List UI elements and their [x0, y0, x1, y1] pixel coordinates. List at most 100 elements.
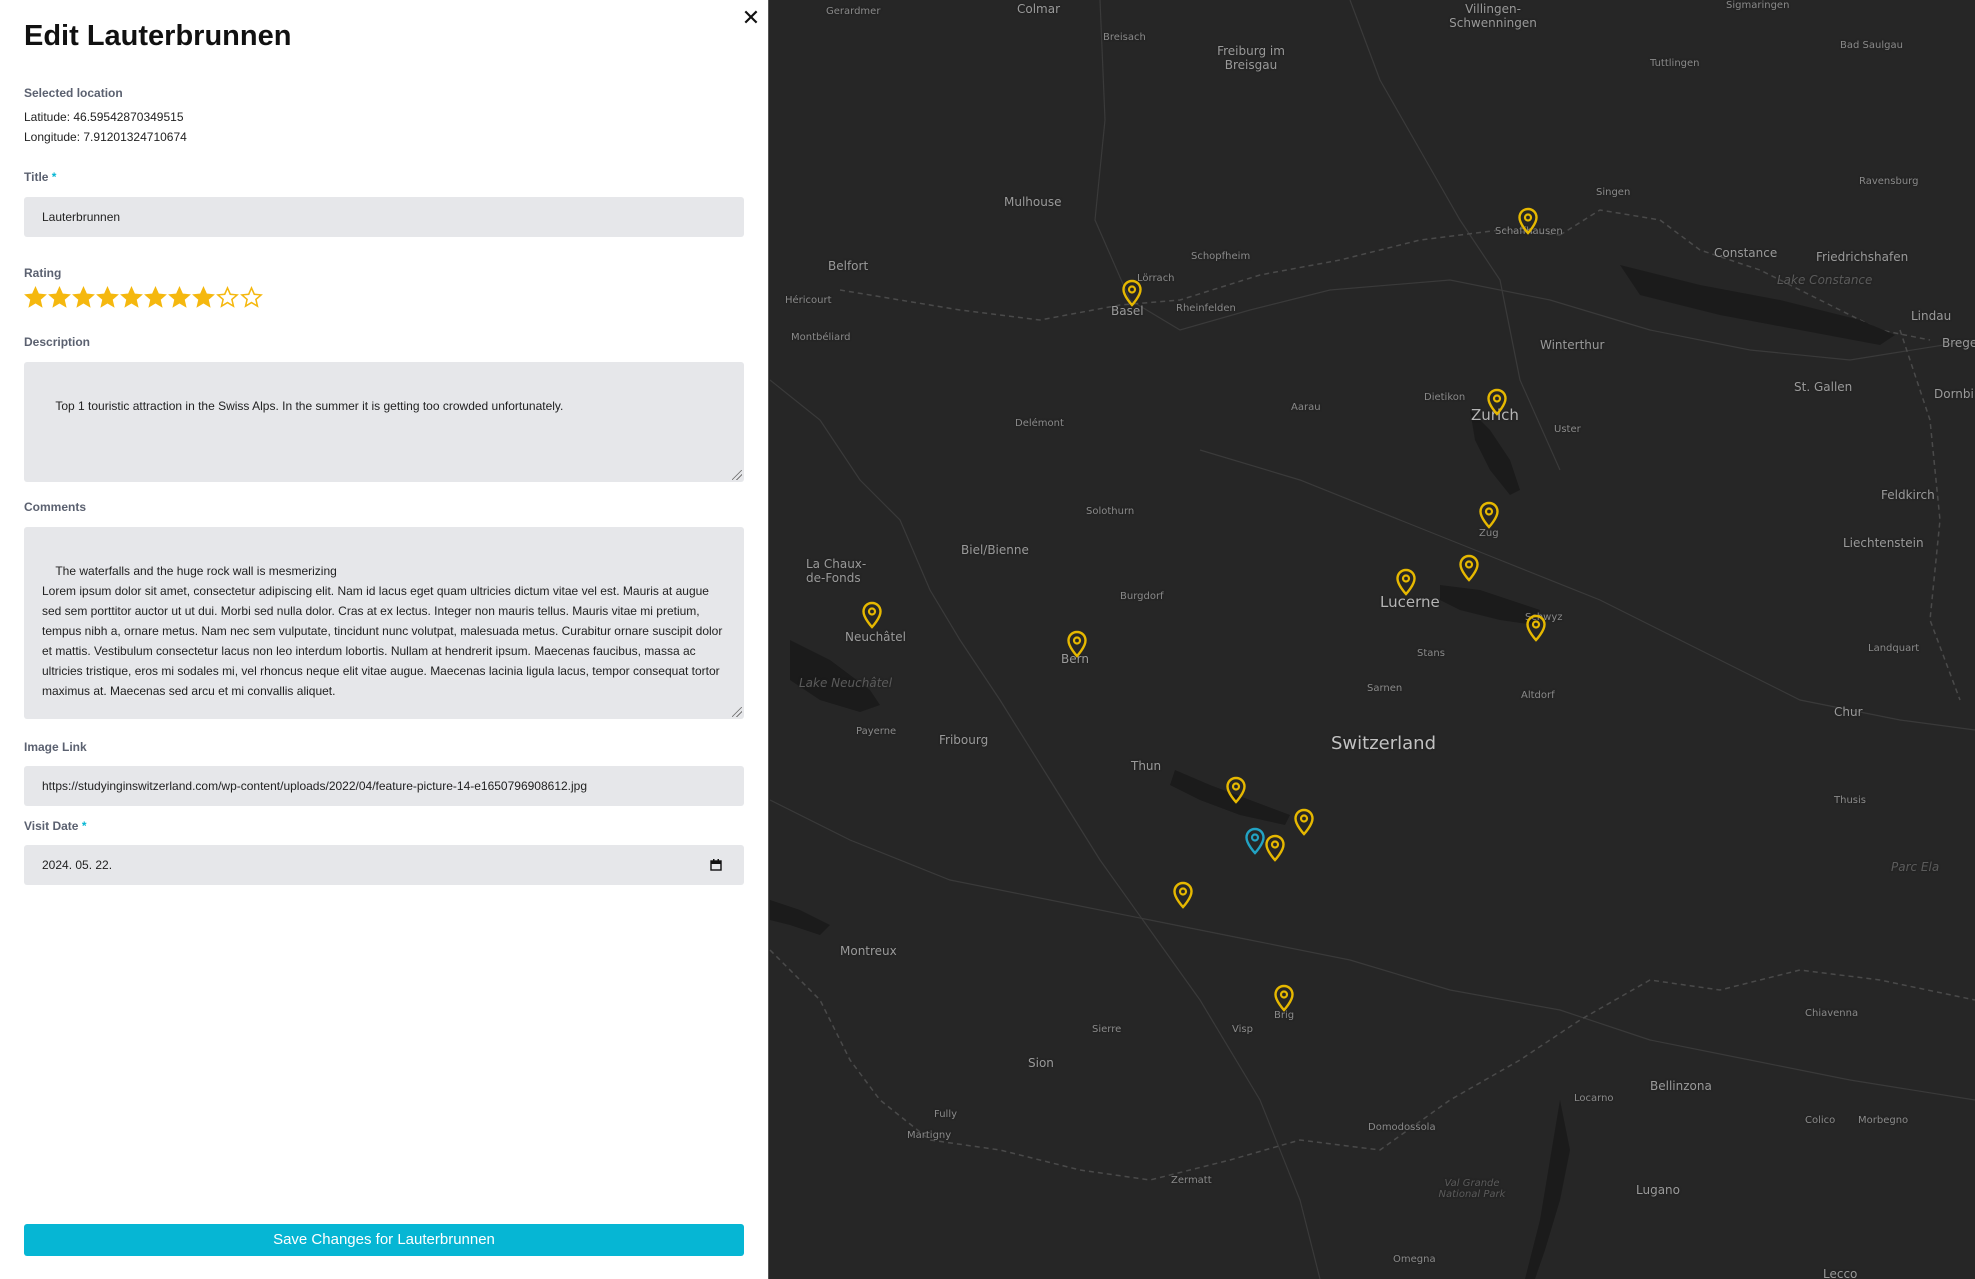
title-input[interactable]: Lauterbrunnen: [24, 197, 744, 237]
location-marker-icon[interactable]: [1121, 279, 1143, 307]
map-place-label: Chur: [1834, 705, 1863, 719]
map-place-label: Fully: [934, 1109, 958, 1120]
rating-stars[interactable]: [24, 286, 263, 309]
map-place-label: Chiavenna: [1805, 1008, 1859, 1019]
location-marker-icon[interactable]: [1066, 630, 1088, 658]
calendar-icon[interactable]: [710, 859, 722, 871]
map-place-label: Parc Ela: [1891, 860, 1940, 874]
location-marker-icon[interactable]: [1273, 984, 1295, 1012]
close-button[interactable]: ✕: [740, 8, 762, 30]
map-place-label: Colico: [1805, 1115, 1836, 1126]
map-place-label: Visp: [1232, 1024, 1253, 1035]
image-link-input[interactable]: https://studyinginswitzerland.com/wp-con…: [24, 766, 744, 806]
map-place-label: Neuchâtel: [845, 630, 906, 644]
location-marker-icon[interactable]: [1395, 568, 1417, 596]
map-place-label: Dietikon: [1424, 392, 1466, 403]
map-place-label: Locarno: [1574, 1093, 1614, 1104]
star-filled-icon[interactable]: [48, 286, 71, 309]
comments-text: The waterfalls and the huge rock wall is…: [42, 564, 723, 698]
location-marker-icon[interactable]: [1458, 554, 1480, 582]
star-filled-icon[interactable]: [72, 286, 95, 309]
map-place-label: Singen: [1596, 187, 1631, 198]
map-place-label: Altdorf: [1521, 690, 1555, 701]
map-place-label: Zermatt: [1171, 1175, 1212, 1186]
resize-grip-icon[interactable]: [732, 707, 742, 717]
visit-date-label-text: Visit Date: [24, 819, 79, 833]
location-marker-icon[interactable]: [1293, 808, 1315, 836]
map-place-label: Uster: [1554, 424, 1581, 435]
map-place-label: Morbegno: [1858, 1115, 1909, 1126]
map-place-label: Héricourt: [785, 295, 832, 306]
title-label: Title *: [24, 170, 56, 184]
map-place-label: Payerne: [856, 726, 897, 737]
resize-grip-icon[interactable]: [732, 470, 742, 480]
star-filled-icon[interactable]: [168, 286, 191, 309]
edit-location-panel: ✕ Edit Lauterbrunnen Selected location L…: [0, 0, 769, 1279]
location-marker-icon[interactable]: [1225, 776, 1247, 804]
map-place-label: Thusis: [1834, 795, 1866, 806]
location-marker-icon[interactable]: [861, 601, 883, 629]
map-place-label: Montbéliard: [791, 332, 851, 343]
map-place-label: Switzerland: [1331, 733, 1436, 754]
star-filled-icon[interactable]: [24, 286, 47, 309]
map-place-label: Winterthur: [1540, 338, 1605, 352]
map-place-label: Fribourg: [939, 733, 989, 747]
map-place-label: Sion: [1028, 1056, 1054, 1070]
map-place-label: Friedrichshafen: [1816, 250, 1909, 264]
map-place-label: Val Grande National Park: [1438, 1178, 1506, 1200]
map-place-label: Aarau: [1291, 402, 1321, 413]
required-mark: *: [51, 170, 57, 184]
map-place-label: St. Gallen: [1794, 380, 1853, 394]
map-place-label: Sarnen: [1367, 683, 1403, 694]
required-mark: *: [81, 819, 87, 833]
map-place-label: Lindau: [1911, 309, 1952, 323]
star-filled-icon[interactable]: [120, 286, 143, 309]
star-filled-icon[interactable]: [96, 286, 119, 309]
save-changes-button[interactable]: Save Changes for Lauterbrunnen: [24, 1224, 744, 1256]
location-marker-icon[interactable]: [1172, 881, 1194, 909]
map-place-label: Landquart: [1868, 643, 1920, 654]
map-place-label: Burgdorf: [1120, 591, 1164, 602]
comments-label: Comments: [24, 500, 87, 514]
star-empty-icon[interactable]: [240, 286, 263, 309]
map-place-label: Freiburg im Breisgau: [1217, 44, 1285, 72]
description-textarea[interactable]: Top 1 touristic attraction in the Swiss …: [24, 362, 744, 482]
map-place-label: Solothurn: [1086, 506, 1135, 517]
visit-date-value: 2024. 05. 22.: [42, 858, 113, 872]
selected-location-marker-icon[interactable]: [1244, 827, 1266, 855]
location-marker-icon[interactable]: [1478, 501, 1500, 529]
location-marker-icon[interactable]: [1264, 834, 1286, 862]
map-place-label: Zug: [1479, 528, 1499, 539]
visit-date-input[interactable]: 2024. 05. 22.: [24, 845, 744, 885]
map-place-label: Thun: [1131, 759, 1162, 773]
comments-textarea[interactable]: The waterfalls and the huge rock wall is…: [24, 527, 744, 719]
latitude-text: Latitude: 46.59542870349515: [24, 110, 184, 124]
map-place-label: Domodossola: [1368, 1122, 1436, 1133]
map-place-label: Feldkirch: [1881, 488, 1935, 502]
location-marker-icon[interactable]: [1517, 207, 1539, 235]
star-empty-icon[interactable]: [216, 286, 239, 309]
map-place-label: Constance: [1714, 246, 1778, 260]
selected-location-label: Selected location: [24, 86, 123, 100]
location-marker-icon[interactable]: [1525, 614, 1547, 642]
map-place-label: Biel/Bienne: [961, 543, 1029, 557]
map-place-label: Montreux: [840, 944, 897, 958]
map-place-label: Bad Saulgau: [1840, 40, 1903, 51]
image-link-label: Image Link: [24, 740, 87, 754]
visit-date-label: Visit Date *: [24, 819, 86, 833]
map-place-label: Colmar: [1017, 2, 1061, 16]
page-title: Edit Lauterbrunnen: [24, 20, 292, 52]
map-place-label: Bregenz: [1942, 336, 1975, 350]
map-place-label: Tuttlingen: [1650, 58, 1700, 69]
star-filled-icon[interactable]: [144, 286, 167, 309]
map-place-label: Dornbirn: [1934, 387, 1975, 401]
location-marker-icon[interactable]: [1486, 388, 1508, 416]
map-place-label: Rheinfelden: [1176, 303, 1236, 314]
map-place-label: Stans: [1417, 648, 1445, 659]
map-place-label: Gerardmer: [826, 6, 881, 17]
map-place-label: Lake Constance: [1777, 273, 1873, 287]
map-place-label: Lake Neuchâtel: [799, 676, 893, 690]
map-place-label: Ravensburg: [1859, 176, 1919, 187]
star-filled-icon[interactable]: [192, 286, 215, 309]
map-place-label: Bellinzona: [1650, 1079, 1712, 1093]
